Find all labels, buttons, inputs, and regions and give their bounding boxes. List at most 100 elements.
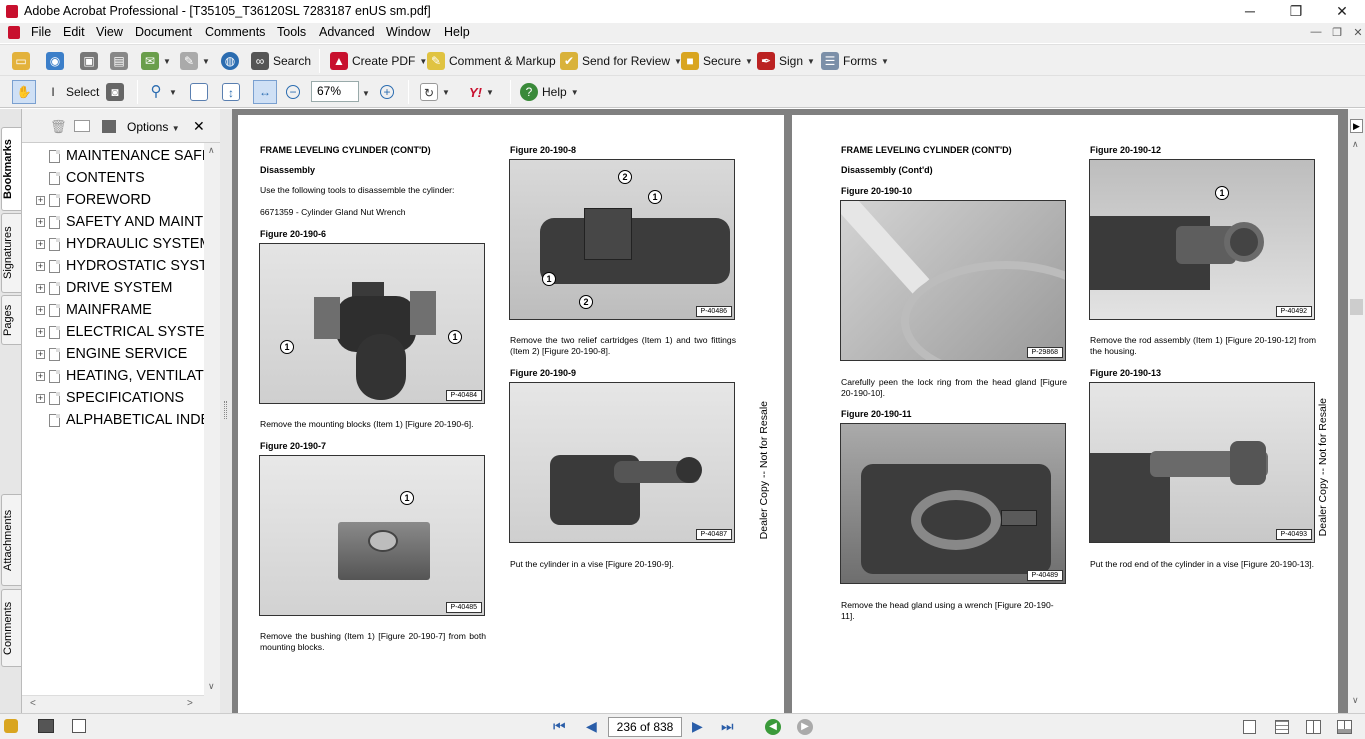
doc-restore-icon[interactable]: ❐ — [1327, 26, 1347, 39]
bookmark-item[interactable]: ALPHABETICAL INDEX — [36, 409, 204, 431]
page-arrow-icon[interactable]: ▶ — [1350, 119, 1363, 133]
document-view[interactable]: FRAME LEVELING CYLINDER (CONT'D) Disasse… — [232, 109, 1348, 713]
bookmark-item[interactable]: CONTENTS — [36, 167, 204, 189]
fit-page-button[interactable]: ↕ — [222, 80, 240, 104]
zoom-dropdown-icon[interactable]: ▼ — [362, 89, 370, 98]
tab-attachments[interactable]: Attachments — [1, 494, 21, 586]
tab-pages[interactable]: Pages — [1, 295, 21, 345]
restore-button[interactable]: ❐ — [1273, 0, 1319, 23]
page-size-icon[interactable] — [72, 719, 86, 733]
expand-icon[interactable]: + — [36, 349, 45, 359]
rotate-button[interactable]: ↻ ▼ — [420, 80, 450, 104]
go-forward-icon[interactable]: ▶ — [797, 719, 813, 735]
hand-tool-button[interactable]: ✋ — [12, 80, 36, 104]
bookmark-item[interactable]: MAINTENANCE SAFETY — [36, 145, 204, 167]
expand-icon[interactable]: + — [36, 195, 45, 205]
print-button[interactable]: ▤ — [110, 49, 128, 73]
go-back-icon[interactable]: ◀ — [765, 719, 781, 735]
organizer-button[interactable]: ◉ — [46, 49, 64, 73]
scroll-down-icon[interactable]: ∨ — [208, 681, 215, 692]
bookmark-item[interactable]: + SAFETY AND MAINTENANCE — [36, 211, 204, 233]
expand-icon[interactable]: + — [36, 217, 45, 227]
next-page-icon[interactable]: ▶ — [692, 718, 703, 735]
bookmark-item[interactable]: + FOREWORD — [36, 189, 204, 211]
snapshot-button[interactable]: ◙ — [106, 80, 124, 104]
bookmarks-scrollbar[interactable]: ∧ ∨ — [204, 143, 220, 713]
menu-view[interactable]: View — [96, 25, 123, 39]
menu-tools[interactable]: Tools — [277, 25, 306, 39]
create-pdf-button[interactable]: ▲ Create PDF ▼ — [330, 49, 427, 73]
continuous-facing-icon[interactable] — [1337, 720, 1352, 734]
close-button[interactable]: ✕ — [1319, 0, 1365, 23]
document-icon[interactable] — [8, 26, 20, 39]
new-bookmark-icon[interactable] — [74, 120, 90, 132]
bookmarks-hscrollbar[interactable]: < > — [22, 695, 204, 713]
close-panel-icon[interactable]: ✕ — [193, 118, 205, 135]
select-tool-button[interactable]: I Select — [44, 80, 99, 104]
bookmark-item[interactable]: + HYDROSTATIC SYSTEM — [36, 255, 204, 277]
comment-markup-button[interactable]: ✎Comment & Markup▼ — [427, 49, 568, 73]
bookmark-page-icon[interactable] — [102, 120, 116, 133]
expand-icon[interactable]: + — [36, 283, 45, 293]
expand-icon[interactable]: + — [36, 327, 45, 337]
sign-button[interactable]: ✒ Sign ▼ — [757, 49, 815, 73]
bookmark-item[interactable]: + DRIVE SYSTEM — [36, 277, 204, 299]
scroll-up-icon[interactable]: ∧ — [1352, 139, 1359, 150]
bookmark-item[interactable]: + ENGINE SERVICE — [36, 343, 204, 365]
bookmark-item[interactable]: + SPECIFICATIONS — [36, 387, 204, 409]
menu-help[interactable]: Help — [444, 25, 470, 39]
open-button[interactable]: ▭ — [12, 49, 30, 73]
zoom-level-field[interactable]: 67% — [311, 81, 359, 102]
email-button[interactable]: ✉ ▼ — [141, 49, 171, 73]
secure-button[interactable]: ■ Secure ▼ — [681, 49, 753, 73]
continuous-icon[interactable] — [1275, 720, 1289, 734]
facing-icon[interactable] — [1306, 720, 1321, 734]
security-status-icon[interactable] — [4, 719, 18, 733]
bookmark-item[interactable]: + ELECTRICAL SYSTEM — [36, 321, 204, 343]
zoom-in-tool-button[interactable]: ⚲ ▼ — [147, 80, 177, 104]
search-button[interactable]: ∞ Search — [251, 49, 311, 73]
first-page-icon[interactable]: ⏮ — [553, 718, 566, 735]
fullscreen-icon[interactable] — [38, 719, 54, 733]
expand-icon[interactable]: + — [36, 261, 45, 271]
doc-minimize-icon[interactable]: — — [1306, 26, 1326, 38]
fit-width-button[interactable]: ↔ — [253, 80, 277, 104]
scroll-up-icon[interactable]: ∧ — [208, 145, 215, 156]
forms-button[interactable]: ☰ Forms ▼ — [821, 49, 889, 73]
options-button[interactable]: Options ▼ — [127, 120, 180, 134]
scroll-down-icon[interactable]: ∨ — [1352, 695, 1359, 706]
page-number-field[interactable]: 236 of 838 — [608, 717, 682, 737]
bookmark-item[interactable]: + HEATING, VENTILATION — [36, 365, 204, 387]
menu-advanced[interactable]: Advanced — [319, 25, 375, 39]
menu-comments[interactable]: Comments — [205, 25, 265, 39]
yahoo-button[interactable]: Y! ▼ — [469, 80, 494, 104]
single-page-icon[interactable] — [1243, 720, 1256, 734]
scroll-right-icon[interactable]: > — [187, 698, 193, 709]
tab-signatures[interactable]: Signatures — [1, 213, 21, 293]
scroll-thumb[interactable] — [1350, 299, 1363, 315]
scroll-left-icon[interactable]: < — [30, 698, 36, 709]
panel-splitter[interactable] — [220, 109, 232, 713]
tab-comments[interactable]: Comments — [1, 589, 21, 667]
expand-icon[interactable]: + — [36, 239, 45, 249]
expand-icon[interactable]: + — [36, 393, 45, 403]
document-scrollbar[interactable]: ▶ ∧ ∨ — [1348, 109, 1365, 713]
web-button[interactable]: ◍ — [221, 49, 239, 73]
zoom-out-button[interactable]: − — [286, 80, 300, 104]
bookmark-item[interactable]: + MAINFRAME — [36, 299, 204, 321]
help-button[interactable]: ? Help ▼ — [520, 80, 579, 104]
attach-button[interactable]: ✎ ▼ — [180, 49, 210, 73]
menu-document[interactable]: Document — [135, 25, 192, 39]
minimize-button[interactable]: ─ — [1227, 0, 1273, 23]
actual-size-button[interactable] — [190, 80, 208, 104]
menu-edit[interactable]: Edit — [63, 25, 85, 39]
last-page-icon[interactable]: ⏭ — [721, 718, 734, 735]
menu-window[interactable]: Window — [386, 25, 430, 39]
doc-close-icon[interactable]: ✕ — [1348, 26, 1365, 39]
previous-page-icon[interactable]: ◀ — [586, 718, 597, 735]
send-review-button[interactable]: ✔ Send for Review ▼ — [560, 49, 682, 73]
tab-bookmarks[interactable]: Bookmarks — [1, 127, 21, 211]
zoom-in-button[interactable]: + — [380, 80, 394, 104]
save-button[interactable]: ▣ — [80, 49, 98, 73]
menu-file[interactable]: File — [31, 25, 51, 39]
